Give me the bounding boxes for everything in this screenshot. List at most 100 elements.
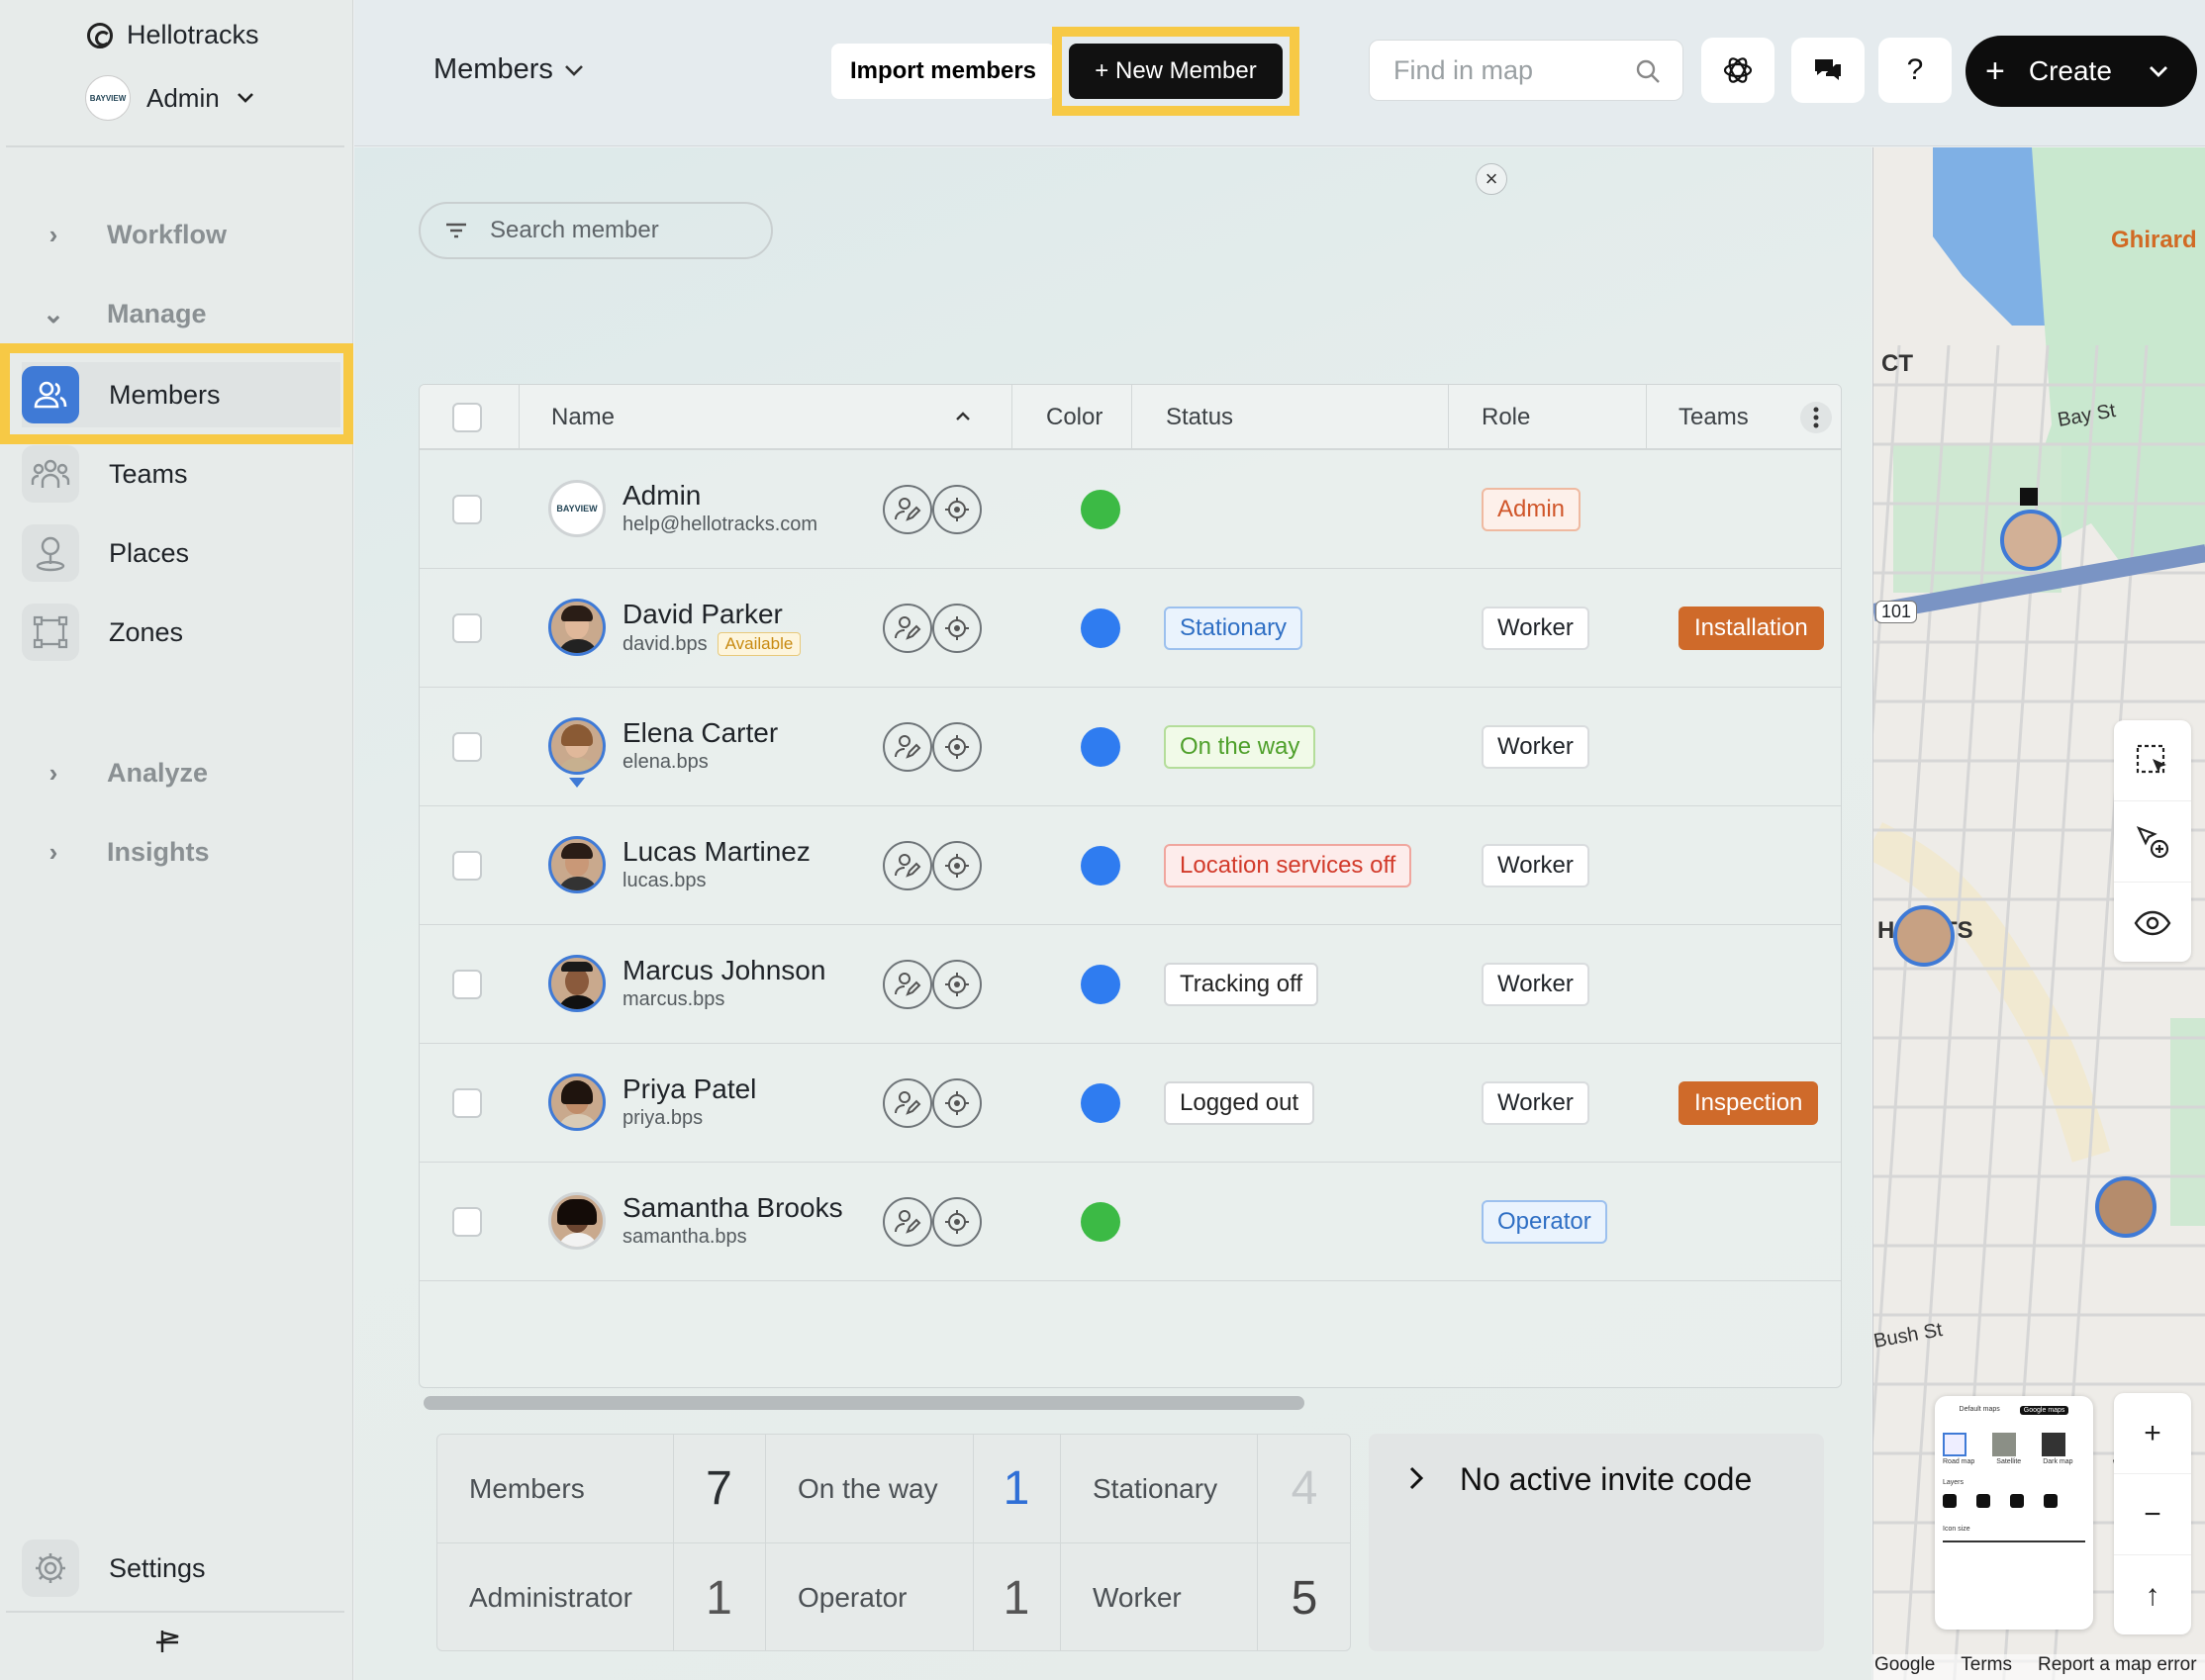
reset-north-button[interactable]: ↑ [2114,1555,2191,1636]
zoom-in-button[interactable]: + [2114,1393,2191,1474]
find-in-map-input[interactable]: Find in map [1369,40,1683,101]
member-name[interactable]: Marcus Johnson [623,955,825,986]
new-member-button[interactable]: + New Member [1069,44,1283,99]
select-all-checkbox[interactable] [452,385,482,450]
role-badge[interactable]: Operator [1482,1200,1607,1244]
color-dot[interactable] [1081,727,1120,767]
report-map-error-link[interactable]: Report a map error [2038,1654,2197,1680]
color-dot[interactable] [1081,1202,1120,1242]
column-teams[interactable]: Teams [1678,385,1749,450]
edit-member-button[interactable] [883,960,932,1009]
locate-member-button[interactable] [932,1197,982,1247]
create-button[interactable]: + Create [1965,36,2197,107]
layer-toggle[interactable] [1943,1494,1957,1508]
horizontal-scrollbar[interactable] [424,1396,1304,1410]
table-row[interactable]: Samantha Brooks samantha.bps Operator [420,1163,1841,1281]
edit-member-button[interactable] [883,604,932,653]
row-checkbox[interactable] [452,495,482,524]
edit-member-button[interactable] [883,841,932,890]
role-badge[interactable]: Worker [1482,844,1589,887]
nav-section-insights[interactable]: › Insights [40,837,210,868]
locate-member-button[interactable] [932,960,982,1009]
import-members-button[interactable]: Import members [831,44,1055,99]
page-title-dropdown[interactable]: Members [433,53,585,86]
column-status[interactable]: Status [1166,385,1233,450]
tab-google-maps[interactable]: Google maps [2019,1406,2069,1415]
team-badge[interactable]: Installation [1678,607,1824,650]
dark-map-thumb[interactable] [2042,1433,2065,1456]
locate-member-button[interactable] [932,841,982,890]
close-panel-button[interactable]: × [1476,163,1507,195]
sidebar-item-zones[interactable]: Zones [22,600,340,665]
role-badge[interactable]: Worker [1482,963,1589,1006]
sidebar-item-teams[interactable]: Teams [22,441,340,507]
row-checkbox[interactable] [452,1207,482,1237]
edit-member-button[interactable] [883,1078,932,1128]
table-row[interactable]: Priya Patel priya.bps Logged out Worker … [420,1044,1841,1163]
row-checkbox[interactable] [452,732,482,762]
color-dot[interactable] [1081,608,1120,648]
locate-member-button[interactable] [932,604,982,653]
checkbox[interactable] [452,403,482,432]
row-checkbox[interactable] [452,970,482,999]
member-name[interactable]: Lucas Martinez [623,836,811,868]
ai-assistant-button[interactable] [1701,38,1774,103]
table-row[interactable]: Marcus Johnson marcus.bps Tracking off W… [420,925,1841,1044]
nav-section-analyze[interactable]: › Analyze [40,758,208,789]
add-waypoint-button[interactable] [2114,801,2191,883]
sidebar-item-places[interactable]: Places [22,520,340,586]
invite-code-panel[interactable]: No active invite code [1369,1434,1824,1651]
role-badge[interactable]: Admin [1482,488,1582,531]
account-switcher[interactable]: BAYVIEW Admin [85,75,255,121]
table-row[interactable]: BAYVIEW Admin help@hellotracks.com Admin [420,450,1841,569]
row-checkbox[interactable] [452,613,482,643]
color-dot[interactable] [1081,965,1120,1004]
locate-member-button[interactable] [932,485,982,534]
edit-member-button[interactable] [883,1197,932,1247]
road-map-thumb[interactable] [1943,1433,1966,1456]
role-badge[interactable]: Worker [1482,725,1589,769]
column-role[interactable]: Role [1482,385,1530,450]
brand[interactable]: Hellotracks [87,20,259,50]
select-area-button[interactable] [2114,720,2191,801]
layer-toggle[interactable] [1976,1494,1990,1508]
member-name[interactable]: Priya Patel [623,1073,756,1105]
zoom-out-button[interactable]: − [2114,1474,2191,1555]
sort-ascending-icon[interactable] [954,411,972,422]
tab-default-maps[interactable]: Default maps [1960,1406,2000,1415]
color-dot[interactable] [1081,490,1120,529]
icon-size-slider[interactable] [1943,1540,2085,1542]
map-member-marker[interactable] [1893,905,1955,967]
table-row[interactable]: David Parker david.bps Available Stationa… [420,569,1841,688]
table-row[interactable]: Elena Carter elena.bps On the way Worker [420,688,1841,806]
visibility-button[interactable] [2114,883,2191,964]
row-checkbox[interactable] [452,1088,482,1118]
edit-member-button[interactable] [883,485,932,534]
member-name[interactable]: David Parker [623,599,783,630]
chat-button[interactable] [1791,38,1865,103]
nav-section-workflow[interactable]: › Workflow [40,220,227,250]
table-row[interactable]: Lucas Martinez lucas.bps Location servic… [420,806,1841,925]
terms-link[interactable]: Terms [1961,1654,2012,1680]
role-badge[interactable]: Worker [1482,607,1589,650]
collapse-sidebar-icon[interactable] [154,1627,190,1656]
member-name[interactable]: Samantha Brooks [623,1192,843,1224]
edit-member-button[interactable] [883,722,932,772]
sidebar-item-settings[interactable]: Settings [22,1540,206,1597]
map-layers-panel[interactable]: Default maps Google maps Road map Satellit… [1935,1396,2093,1630]
row-checkbox[interactable] [452,851,482,881]
locate-member-button[interactable] [932,722,982,772]
map-member-marker[interactable] [2000,510,2061,571]
color-dot[interactable] [1081,1083,1120,1123]
search-member-input[interactable]: Search member [419,202,773,259]
more-vertical-icon[interactable] [1799,401,1833,434]
nav-section-manage[interactable]: ⌄ Manage [40,299,206,329]
team-badge[interactable]: Inspection [1678,1081,1819,1125]
column-color[interactable]: Color [1046,385,1102,450]
layer-toggle[interactable] [2010,1494,2024,1508]
help-button[interactable]: ? [1878,38,1952,103]
satellite-thumb[interactable] [1992,1433,2016,1456]
role-badge[interactable]: Worker [1482,1081,1589,1125]
member-name[interactable]: Admin [623,480,701,512]
layer-toggle[interactable] [2044,1494,2058,1508]
